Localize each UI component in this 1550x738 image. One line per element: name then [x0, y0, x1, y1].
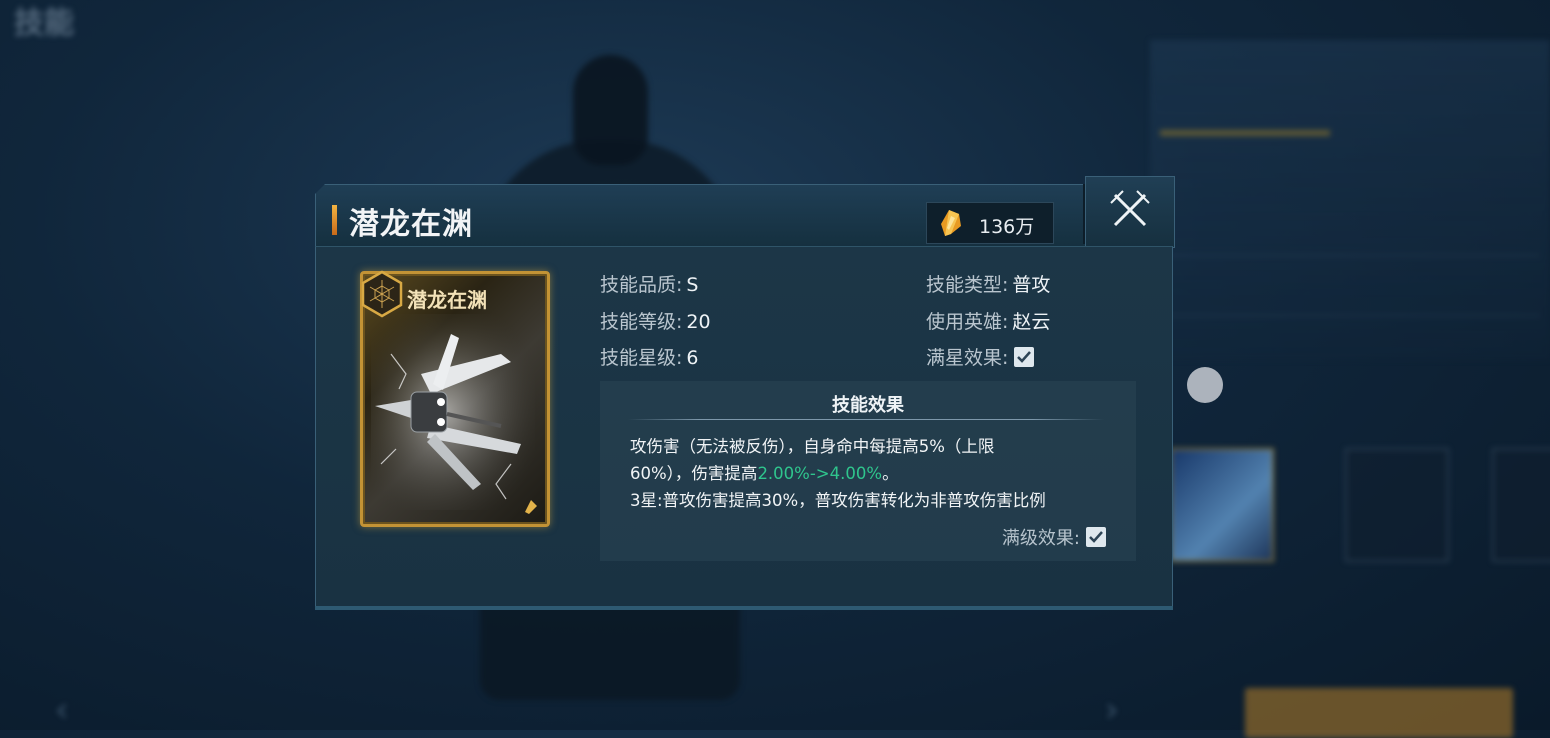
- stat-hero-label: 使用英雄:: [926, 311, 1009, 333]
- background-name-bar: [1160, 130, 1330, 136]
- full-level-label: 满级效果:: [1001, 528, 1080, 549]
- full-level-effect: 满级效果:: [1002, 524, 1106, 550]
- dialog-bottom-edge: [315, 606, 1173, 610]
- stat-star: 技能星级: 6: [600, 343, 699, 370]
- stat-quality-label: 技能品质:: [600, 274, 683, 296]
- background-right-arrow-icon: ›: [1105, 690, 1119, 730]
- checkmark-icon: [1017, 351, 1032, 363]
- dialog-title: 潜龙在渊: [349, 207, 473, 242]
- effect-divider: [628, 419, 1104, 420]
- background-skill-slot: [1345, 448, 1449, 562]
- full-level-checkbox: [1086, 527, 1106, 547]
- stat-full-star: 满星效果:: [926, 343, 1035, 370]
- effect-line-2-prefix: 60%），伤害提高: [630, 464, 758, 483]
- currency-display: 136万: [926, 202, 1054, 244]
- effect-description: 攻伤害（无法被反伤），自身命中每提高5%（上限 60%），伤害提高2.00%->…: [630, 433, 1110, 514]
- skill-card: 潜龙在渊: [360, 270, 550, 527]
- effect-value-highlight: 2.00%->4.00%: [757, 464, 883, 483]
- effect-line-3: 3星:普攻伤害提高30%，普攻伤害转化为非普攻伤害比例: [630, 491, 1046, 510]
- currency-value: 136万: [979, 216, 1035, 238]
- stat-hero-value: 赵云: [1012, 311, 1051, 333]
- card-corner-gem-icon: [525, 500, 537, 514]
- dialog-header: 潜龙在渊 136万: [315, 184, 1087, 247]
- effect-title: 技能效果: [832, 395, 904, 416]
- stat-type: 技能类型: 普攻: [926, 270, 1050, 297]
- hexagon-web-icon: [361, 270, 403, 318]
- background-row: [1170, 275, 1540, 316]
- skill-effect-panel: 技能效果 攻伤害（无法被反伤），自身命中每提高5%（上限 60%），伤害提高2.…: [600, 381, 1136, 561]
- stat-quality: 技能品质: S: [600, 270, 698, 297]
- background-page-title: 技能: [14, 6, 74, 41]
- hero-silhouette-head: [573, 55, 648, 165]
- effect-line-2-suffix: 。: [882, 464, 899, 483]
- skill-detail-dialog: 潜龙在渊 136万 潜龙在渊 技能品质: S 技能等级: 20 技能星级: 6 …: [315, 176, 1175, 611]
- full-star-checkbox: [1014, 347, 1035, 367]
- gold-crystal-icon: [941, 210, 961, 236]
- stat-type-label: 技能类型:: [926, 274, 1009, 296]
- stat-type-value: 普攻: [1012, 274, 1051, 296]
- background-left-arrow-icon: ‹: [55, 690, 69, 730]
- header-divider: [1083, 184, 1085, 244]
- background-skill-slot: [1492, 448, 1550, 562]
- stat-level-label: 技能等级:: [600, 311, 683, 333]
- background-row: [1170, 215, 1540, 256]
- crossed-swords-close-icon: [1110, 190, 1150, 227]
- stat-star-label: 技能星级:: [600, 347, 683, 369]
- stat-quality-value: S: [686, 274, 699, 296]
- stat-full-star-label: 满星效果:: [926, 347, 1009, 369]
- title-accent-bar: [332, 205, 337, 235]
- checkmark-icon: [1089, 531, 1103, 543]
- close-button[interactable]: [1085, 176, 1175, 248]
- floating-assist-button[interactable]: [1187, 367, 1223, 403]
- effect-line-1: 攻伤害（无法被反伤），自身命中每提高5%（上限: [630, 437, 995, 456]
- stat-level: 技能等级: 20: [600, 307, 711, 334]
- stat-star-value: 6: [686, 347, 699, 369]
- spear-weapon-icon: [371, 314, 535, 510]
- stat-hero: 使用英雄: 赵云: [926, 307, 1050, 334]
- background-gold-button: [1245, 688, 1513, 738]
- background-skill-slot: [1170, 448, 1274, 562]
- card-skill-name: 潜龙在渊: [407, 288, 487, 312]
- effect-line-2: 60%），伤害提高2.00%->4.00%。: [630, 460, 1110, 487]
- stat-level-value: 20: [686, 311, 711, 333]
